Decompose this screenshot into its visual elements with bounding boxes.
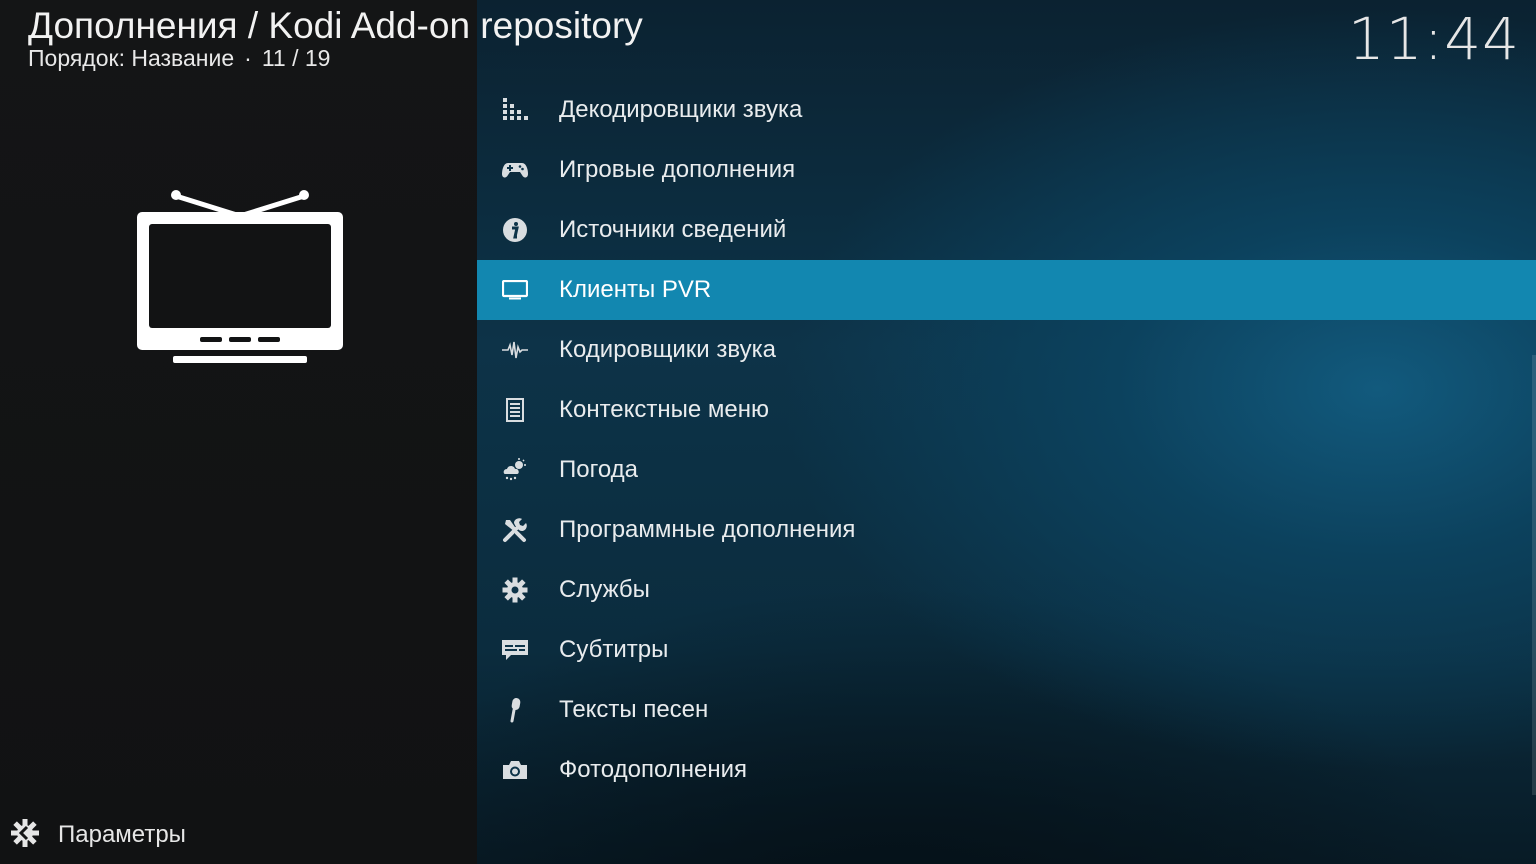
list-item[interactable]: Контекстные меню (477, 380, 1536, 440)
sort-label: Порядок: Название (28, 45, 235, 71)
list-item[interactable]: Тексты песен (477, 680, 1536, 740)
list-item-label: Клиенты PVR (559, 276, 712, 303)
addon-category-list: Декодировщики звука Игровые дополнения И… (477, 80, 1536, 800)
list-item[interactable]: Декодировщики звука (477, 80, 1536, 140)
separator: · (244, 45, 252, 71)
camera-icon (501, 756, 529, 784)
settings-label: Параметры (58, 821, 186, 848)
tv-icon (501, 276, 529, 304)
gamepad-icon (501, 156, 529, 184)
list-item-label: Тексты песен (559, 696, 709, 723)
list-item[interactable]: Программные дополнения (477, 500, 1536, 560)
gear-icon (501, 576, 529, 604)
list-item-focused[interactable]: Клиенты PVR (477, 260, 1536, 320)
list-item-label: Контекстные меню (559, 396, 770, 423)
list-item-label: Службы (559, 576, 650, 603)
settings-icon (10, 818, 40, 853)
context-menu-icon (501, 396, 529, 424)
info-icon (501, 216, 529, 244)
scrollbar[interactable] (1532, 355, 1536, 795)
list-item-label: Погода (559, 456, 638, 483)
page-title: Дополнения / Kodi Add-on repository (28, 5, 643, 46)
tv-icon (134, 186, 346, 368)
list-item[interactable]: Кодировщики звука (477, 320, 1536, 380)
list-item-label: Декодировщики звука (559, 96, 803, 123)
audio-decoder-icon (501, 96, 529, 124)
weather-icon (501, 456, 529, 484)
list-item-label: Фотодополнения (559, 756, 748, 783)
list-item-label: Субтитры (559, 636, 669, 663)
item-position: 11 / 19 (261, 45, 331, 71)
sort-info: Порядок: Название · 11 / 19 (28, 44, 330, 72)
list-item[interactable]: Погода (477, 440, 1536, 500)
list-item-label: Источники сведений (559, 216, 787, 243)
subtitles-icon (501, 636, 529, 664)
list-item[interactable]: Источники сведений (477, 200, 1536, 260)
kodi-addon-browser: Дополнения / Kodi Add-on repository Поря… (0, 0, 1536, 864)
left-panel (0, 0, 477, 864)
settings-button[interactable]: Параметры (10, 815, 186, 855)
waveform-icon (501, 336, 529, 364)
microphone-icon (501, 696, 529, 724)
list-item-label: Кодировщики звука (559, 336, 776, 363)
list-item-label: Игровые дополнения (559, 156, 796, 183)
list-item[interactable]: Фотодополнения (477, 740, 1536, 800)
tools-icon (501, 516, 529, 544)
clock: 11:44 (1347, 5, 1520, 73)
list-item[interactable]: Службы (477, 560, 1536, 620)
list-item[interactable]: Субтитры (477, 620, 1536, 680)
list-item[interactable]: Игровые дополнения (477, 140, 1536, 200)
list-item-label: Программные дополнения (559, 516, 856, 543)
